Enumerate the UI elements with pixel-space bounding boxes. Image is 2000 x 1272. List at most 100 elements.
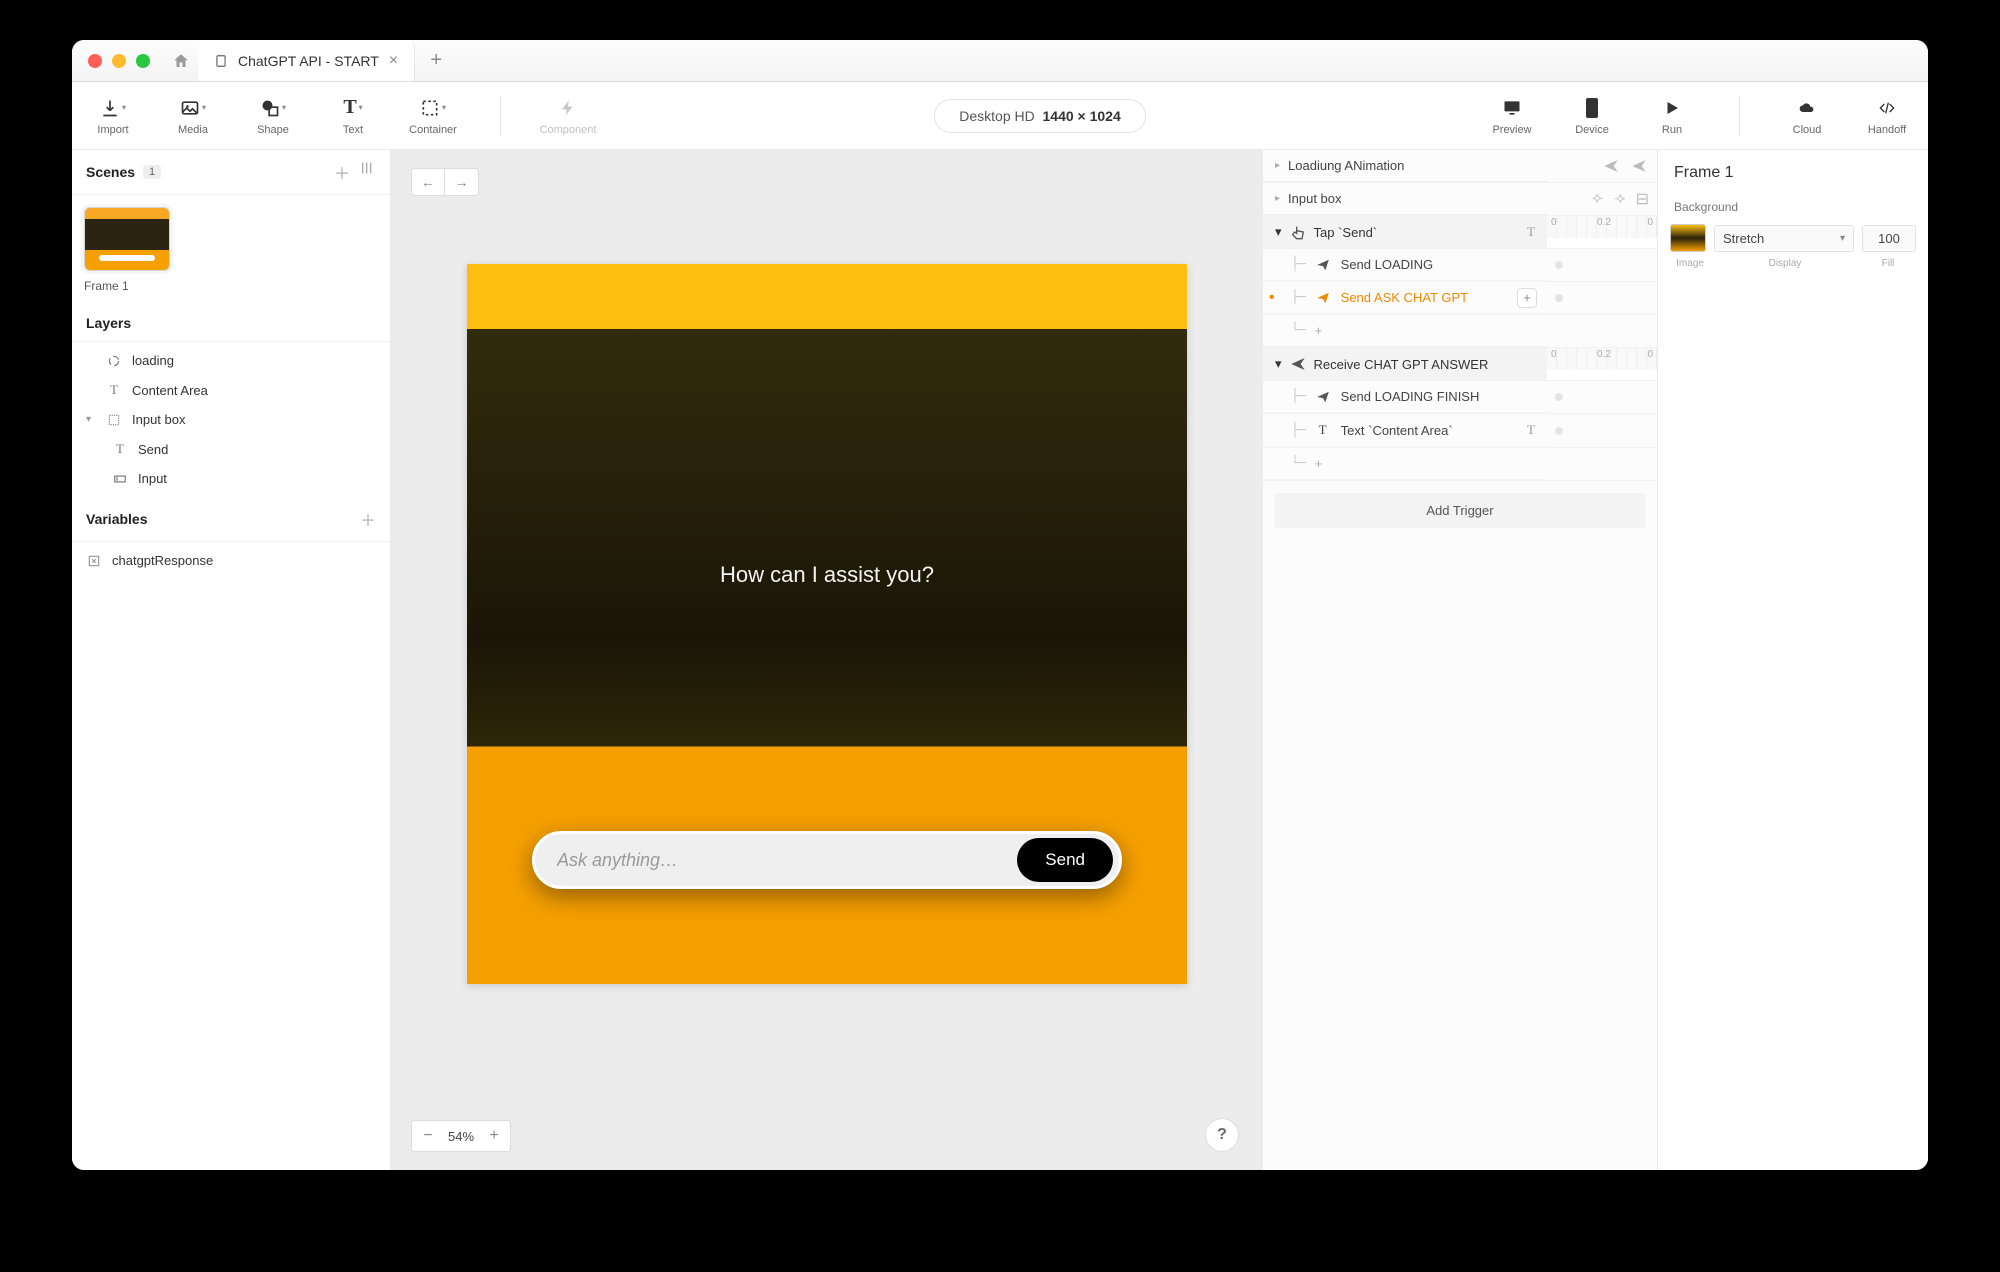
ruler-tick: 0	[1647, 349, 1653, 360]
add-variable-button[interactable]: ＋	[360, 507, 376, 531]
layer-row-inputbox[interactable]: ▾ Input box	[72, 405, 390, 434]
layer-row-send[interactable]: T Send	[72, 434, 390, 464]
align-start-icon[interactable]: ⟣	[1592, 190, 1604, 208]
ix-trigger-receive-answer[interactable]: ▾ Receive CHAT GPT ANSWER	[1263, 348, 1547, 380]
import-tool[interactable]: ▾ Import	[84, 96, 142, 136]
variable-icon	[86, 554, 102, 568]
canvas[interactable]: ← → How can I assist you? Send − 54% + ?	[391, 150, 1263, 1170]
container-icon	[106, 413, 122, 427]
timeline-dot[interactable]	[1555, 261, 1563, 269]
tool-label: Cloud	[1793, 124, 1822, 136]
artboard-size-selector[interactable]: Desktop HD 1440 × 1024	[934, 99, 1146, 133]
ix-action-send-ask-chatgpt[interactable]: • ├─ Send ASK CHAT GPT +	[1263, 282, 1547, 314]
tool-label: Handoff	[1868, 124, 1906, 136]
monitor-icon	[1501, 96, 1523, 120]
help-button[interactable]: ?	[1205, 1118, 1239, 1152]
play-icon	[1663, 96, 1681, 120]
timeline-dot[interactable]	[1555, 393, 1563, 401]
ruler-tick: 0	[1551, 349, 1557, 360]
ask-input[interactable]	[557, 850, 1017, 871]
chevron-right-icon: ▸	[1275, 160, 1280, 171]
layer-label: Content Area	[132, 383, 208, 398]
flow-icon[interactable]	[360, 160, 376, 184]
interaction-panel: ▸ Loadiung ANimation ▸ Input box ⟣	[1263, 150, 1658, 1170]
image-icon	[180, 96, 200, 120]
fill-input[interactable]: 100	[1862, 225, 1916, 252]
send-button[interactable]: Send	[1017, 838, 1113, 882]
container-tool[interactable]: ▾ Container	[404, 96, 462, 136]
tab-bar: ChatGPT API - START × +	[198, 40, 457, 81]
inspector-section-label: Background	[1658, 192, 1928, 220]
ix-action-send-loading-finish[interactable]: ├─ Send LOADING FINISH	[1263, 381, 1547, 413]
home-icon[interactable]	[172, 52, 190, 70]
background-swatch[interactable]	[1670, 224, 1706, 252]
zoom-out-button[interactable]: −	[412, 1121, 444, 1151]
align-end-icon[interactable]: ⟢	[1614, 190, 1626, 208]
ix-header-loading-animation[interactable]: ▸ Loadiung ANimation	[1263, 150, 1547, 182]
text-icon[interactable]: T	[1527, 422, 1535, 438]
input-icon	[112, 472, 128, 486]
layer-row-content[interactable]: T Content Area	[72, 375, 390, 405]
run-tool[interactable]: Run	[1643, 96, 1701, 136]
timeline-dot[interactable]	[1555, 427, 1563, 435]
handoff-tool[interactable]: Handoff	[1858, 96, 1916, 136]
artboard-dimensions: 1440 × 1024	[1043, 108, 1121, 124]
preview-tool[interactable]: Preview	[1483, 96, 1541, 136]
artboard-frame[interactable]: How can I assist you? Send	[467, 264, 1187, 984]
distribute-icon[interactable]: ⊟	[1636, 189, 1649, 209]
zoom-in-button[interactable]: +	[478, 1121, 510, 1151]
inspector-title: Frame 1	[1674, 164, 1734, 182]
ix-label: Text `Content Area`	[1341, 423, 1453, 438]
minimize-window-button[interactable]	[112, 54, 126, 68]
back-button[interactable]: ←	[411, 168, 445, 196]
artboard-name: Desktop HD	[959, 108, 1034, 124]
divider	[1739, 96, 1740, 136]
device-tool[interactable]: Device	[1563, 96, 1621, 136]
ix-action-text-content-area[interactable]: ├─ T Text `Content Area` T	[1263, 414, 1547, 447]
variable-row[interactable]: chatgptResponse	[72, 546, 390, 575]
new-tab-button[interactable]: +	[415, 40, 457, 81]
scene-thumbnail[interactable]: Frame 1	[84, 207, 170, 293]
ix-add-sub-action[interactable]: └─ +	[1263, 448, 1547, 480]
text-icon[interactable]: T	[1527, 224, 1535, 240]
layer-row-input[interactable]: Input	[72, 464, 390, 493]
chevron-down-icon: ▾	[122, 103, 126, 112]
close-window-button[interactable]	[88, 54, 102, 68]
chevron-down-icon[interactable]: ▾	[86, 414, 96, 425]
ix-add-sub-action[interactable]: └─ +	[1263, 315, 1547, 347]
shape-icon	[260, 96, 280, 120]
layer-row-loading[interactable]: loading	[72, 346, 390, 375]
add-action-button[interactable]: +	[1517, 288, 1537, 308]
chevron-down-icon: ▾	[1840, 233, 1845, 244]
zoom-value: 54%	[444, 1129, 478, 1144]
close-icon[interactable]: ×	[389, 52, 398, 70]
cloud-icon	[1796, 96, 1818, 120]
layer-label: Send	[138, 442, 168, 457]
input-box: Send	[532, 831, 1122, 889]
display-dropdown[interactable]: Stretch ▾	[1714, 225, 1854, 252]
dropdown-value: Stretch	[1723, 231, 1764, 246]
shape-tool[interactable]: ▾ Shape	[244, 96, 302, 136]
add-trigger-button[interactable]: Add Trigger	[1275, 493, 1645, 528]
add-scene-button[interactable]: ＋	[334, 160, 350, 184]
media-tool[interactable]: ▾ Media	[164, 96, 222, 136]
scenes-count: 1	[143, 165, 161, 179]
scenes-title: Scenes	[86, 164, 135, 180]
ix-label: Receive CHAT GPT ANSWER	[1314, 357, 1489, 372]
text-tool[interactable]: T▾ Text	[324, 96, 382, 136]
tool-label: Text	[343, 124, 363, 136]
tab-active[interactable]: ChatGPT API - START ×	[198, 40, 415, 81]
ix-action-send-loading[interactable]: ├─ Send LOADING	[1263, 249, 1547, 281]
container-icon	[420, 96, 440, 120]
cloud-tool[interactable]: Cloud	[1778, 96, 1836, 136]
send-mode-icon[interactable]	[1631, 158, 1647, 174]
forward-button[interactable]: →	[445, 168, 479, 196]
ix-trigger-tap-send[interactable]: ▾ Tap `Send` T	[1263, 216, 1547, 248]
ix-header-input-box[interactable]: ▸ Input box	[1263, 183, 1547, 215]
fullscreen-window-button[interactable]	[136, 54, 150, 68]
send-mode-icon[interactable]	[1603, 158, 1619, 174]
tool-label: Preview	[1492, 124, 1531, 136]
chevron-right-icon: ▸	[1275, 193, 1280, 204]
spinner-icon	[106, 354, 122, 368]
timeline-dot[interactable]	[1555, 294, 1563, 302]
